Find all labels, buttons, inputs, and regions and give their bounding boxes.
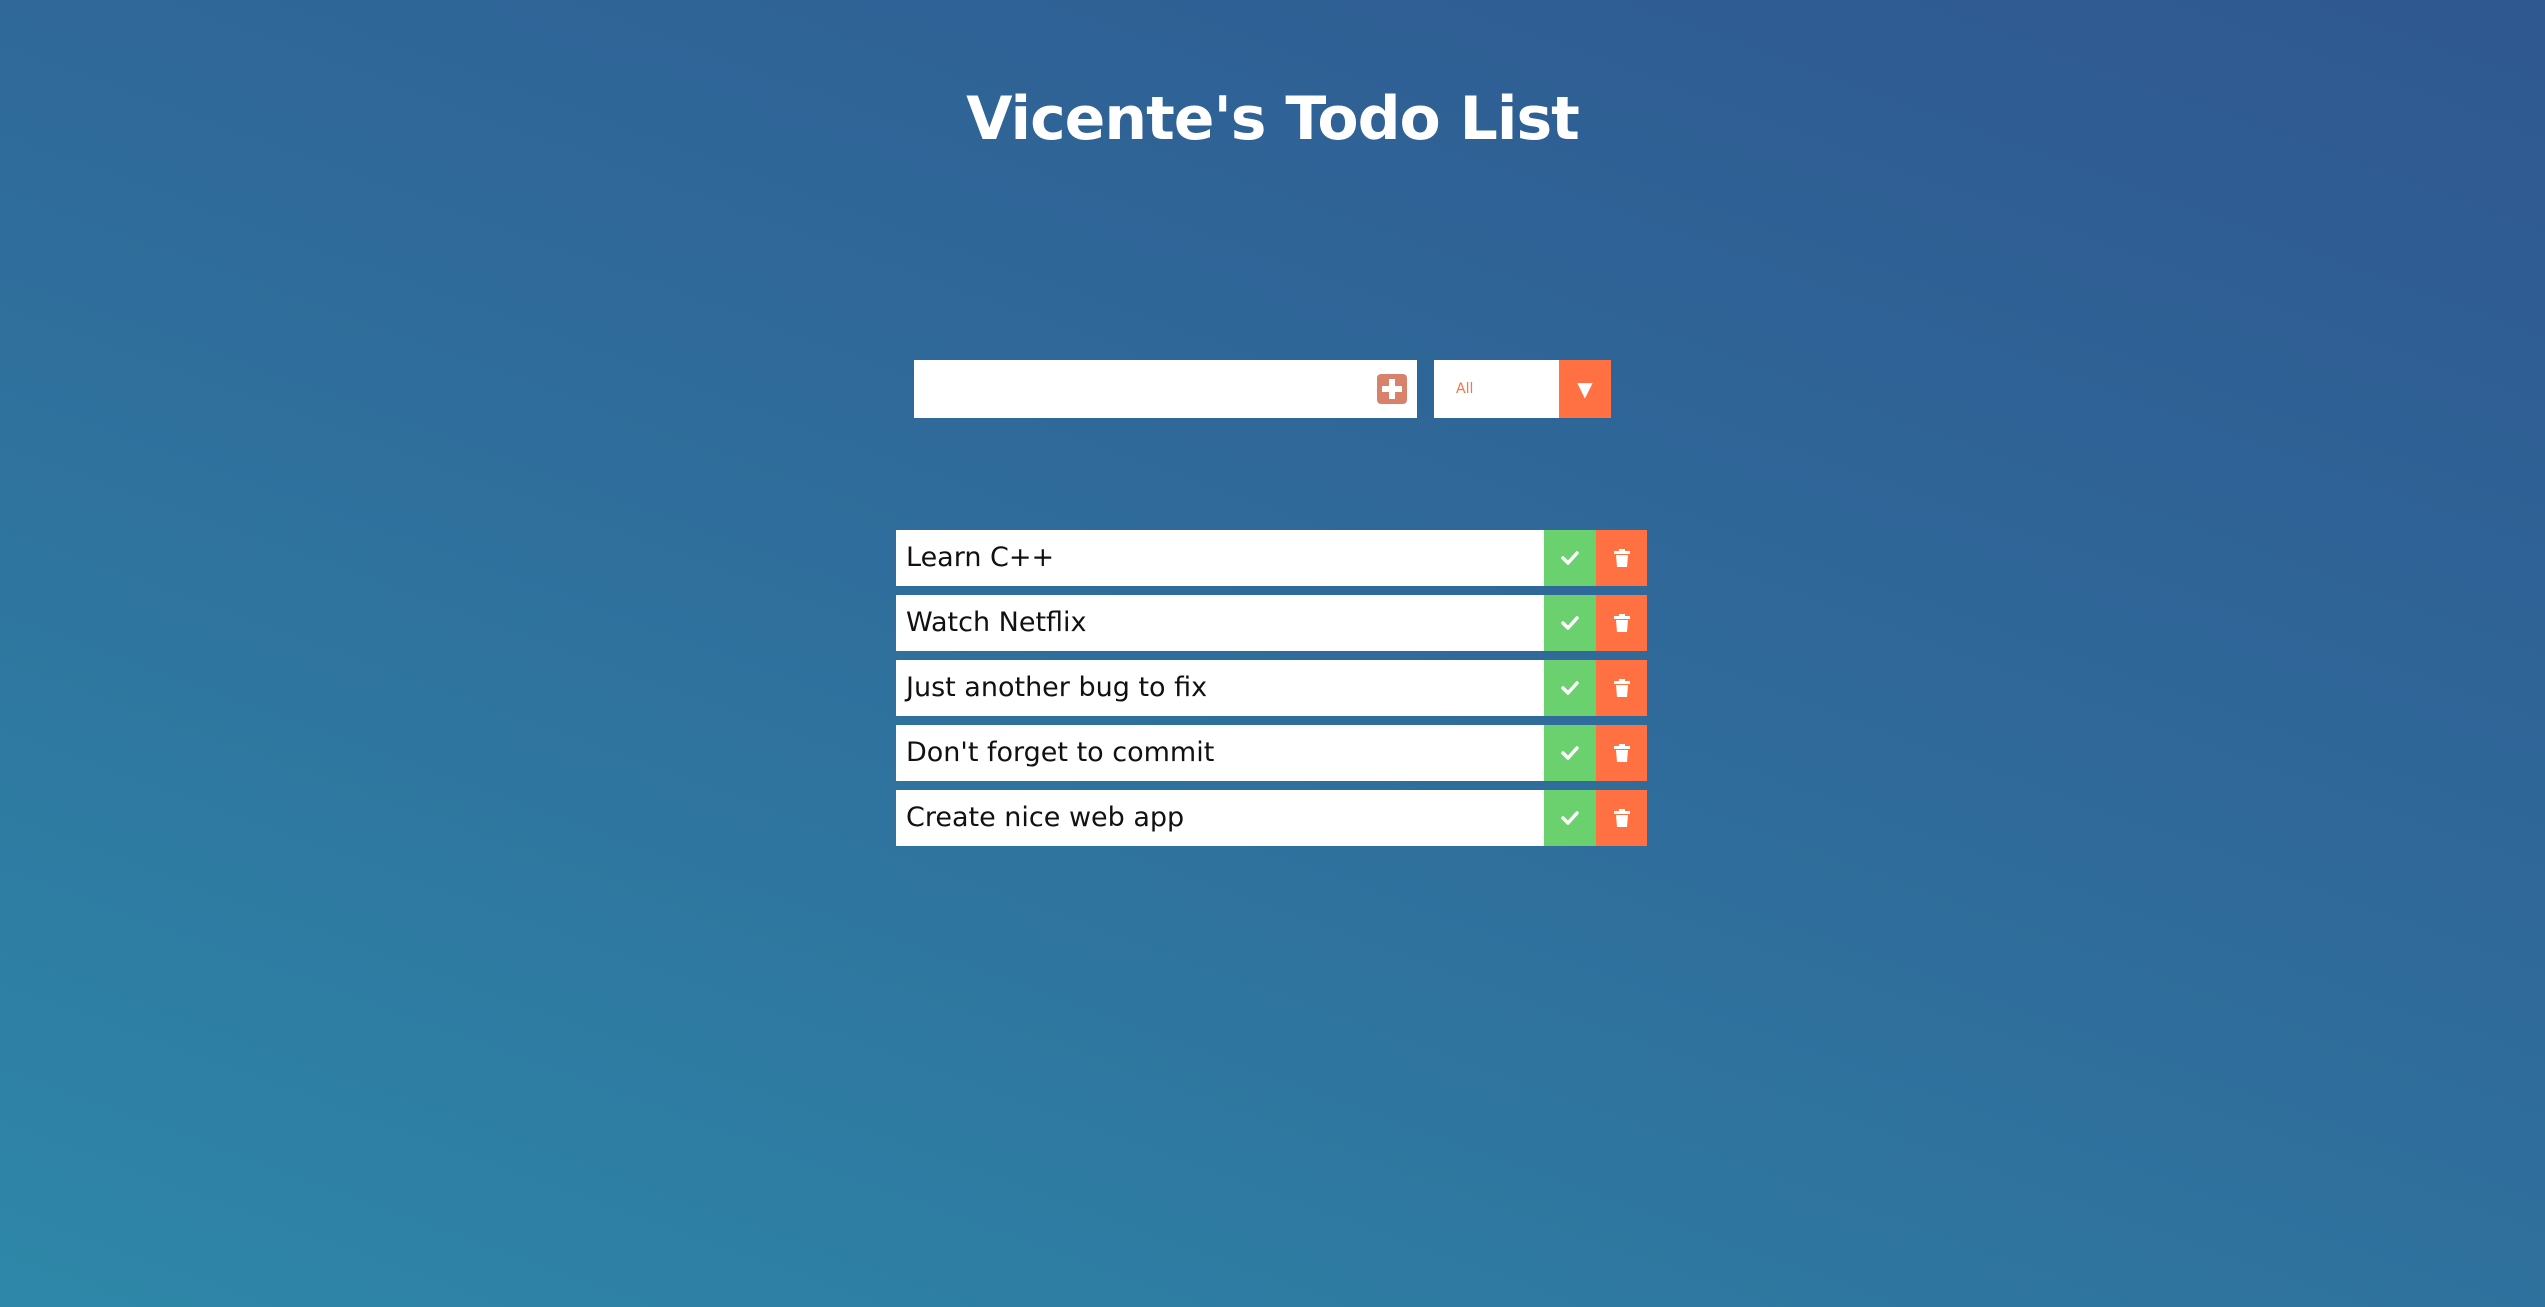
complete-button[interactable] bbox=[1544, 660, 1596, 716]
complete-button[interactable] bbox=[1544, 595, 1596, 651]
todo-item-text: Create nice web app bbox=[906, 802, 1185, 833]
check-icon bbox=[1561, 746, 1579, 760]
delete-button[interactable] bbox=[1596, 660, 1647, 716]
delete-button[interactable] bbox=[1596, 790, 1647, 846]
todo-item: Watch Netflix bbox=[896, 595, 1647, 651]
add-todo-button[interactable] bbox=[1377, 374, 1407, 404]
filter-selected-value: All bbox=[1456, 381, 1474, 397]
plus-square-icon bbox=[1382, 379, 1402, 399]
todo-item: Learn C++ bbox=[896, 530, 1647, 586]
trash-icon bbox=[1613, 614, 1630, 632]
complete-button[interactable] bbox=[1544, 530, 1596, 586]
todo-item: Create nice web app bbox=[896, 790, 1647, 846]
todo-item-text: Learn C++ bbox=[906, 542, 1055, 573]
todo-item: Just another bug to fix bbox=[896, 660, 1647, 716]
todo-input[interactable] bbox=[914, 360, 1374, 418]
delete-button[interactable] bbox=[1596, 725, 1647, 781]
todo-item-text: Don't forget to commit bbox=[906, 737, 1215, 768]
complete-button[interactable] bbox=[1544, 790, 1596, 846]
check-icon bbox=[1561, 681, 1579, 695]
todo-list: Learn C++ Watch Netflix Just another bug… bbox=[896, 530, 1647, 855]
todo-input-wrapper bbox=[914, 360, 1417, 418]
filter-select[interactable]: All ▼ bbox=[1434, 360, 1611, 418]
check-icon bbox=[1561, 811, 1579, 825]
trash-icon bbox=[1613, 809, 1630, 827]
trash-icon bbox=[1613, 549, 1630, 567]
delete-button[interactable] bbox=[1596, 530, 1647, 586]
todo-item-text: Watch Netflix bbox=[906, 607, 1087, 638]
todo-item-text: Just another bug to fix bbox=[906, 672, 1208, 703]
check-icon bbox=[1561, 551, 1579, 565]
delete-button[interactable] bbox=[1596, 595, 1647, 651]
trash-icon bbox=[1613, 679, 1630, 697]
page-title: Vicente's Todo List bbox=[966, 84, 1580, 154]
trash-icon bbox=[1613, 744, 1630, 762]
check-icon bbox=[1561, 616, 1579, 630]
complete-button[interactable] bbox=[1544, 725, 1596, 781]
triangle-down-icon[interactable]: ▼ bbox=[1559, 360, 1611, 418]
todo-item: Don't forget to commit bbox=[896, 725, 1647, 781]
